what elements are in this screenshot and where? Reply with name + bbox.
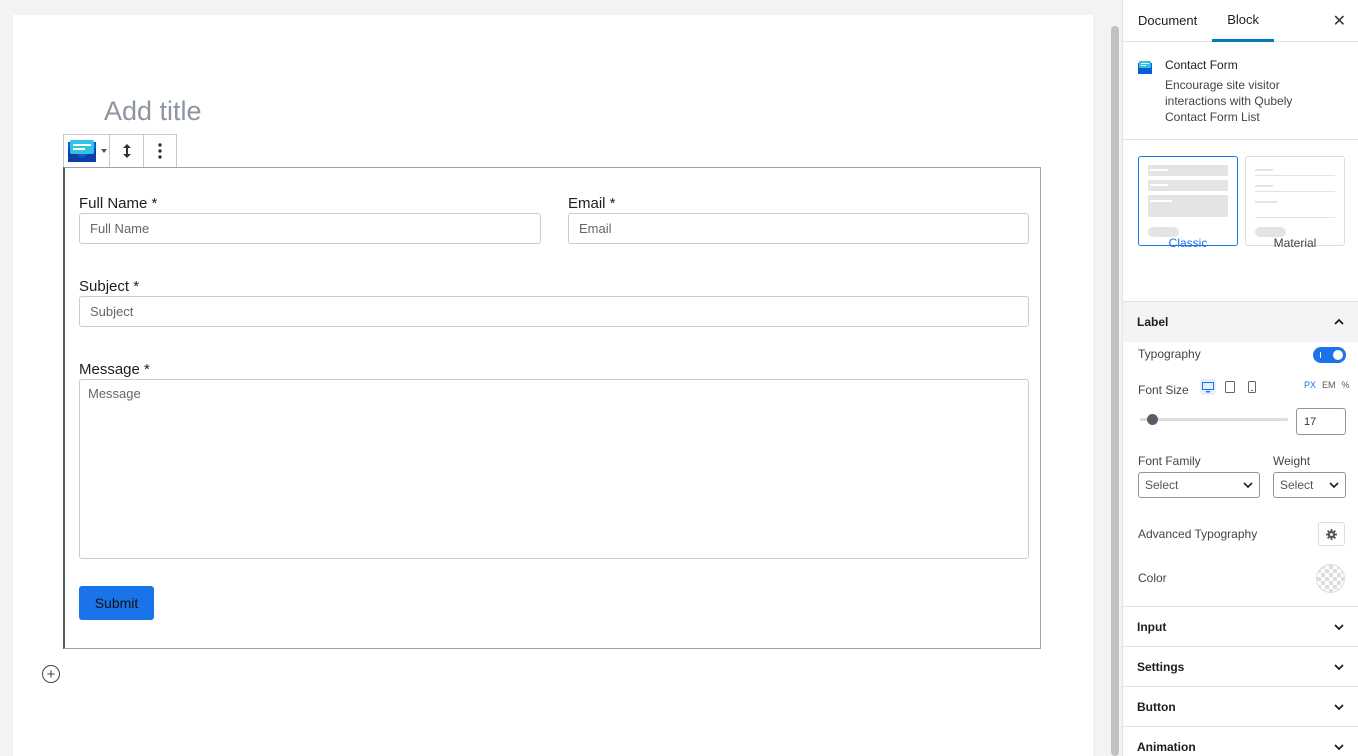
panel-animation-title: Animation [1137,739,1196,754]
move-block-button[interactable] [110,135,144,167]
chevron-down-icon [1334,743,1344,750]
font-family-select-value: Select [1145,478,1179,492]
plus-icon: + [46,665,56,683]
style-selector: Classic Material [1123,140,1358,302]
settings-sidebar: Document Block ✕ Contact Form Encourage … [1122,0,1358,756]
add-block-button[interactable]: + [42,665,60,683]
submit-button[interactable]: Submit [79,586,154,620]
mobile-icon[interactable] [1244,379,1260,395]
advanced-typography-button[interactable] [1318,522,1345,546]
unit-percent[interactable]: % [1342,380,1350,390]
full-name-label: Full Name * [79,195,158,212]
panel-button-title: Button [1137,699,1176,714]
unit-px[interactable]: PX [1304,380,1316,390]
panel-button-header[interactable]: Button [1123,687,1358,727]
chevron-down-icon [1329,482,1339,488]
subject-input[interactable]: Subject [79,296,1029,327]
color-label: Color [1138,571,1167,585]
chevron-down-icon [1334,623,1344,630]
sidebar-tabs: Document Block ✕ [1123,0,1358,42]
message-textarea[interactable]: Message [79,379,1029,559]
block-card: Contact Form Encourage site visitor inte… [1123,42,1358,140]
style-option-classic[interactable] [1138,156,1238,246]
panel-settings-header[interactable]: Settings [1123,647,1358,687]
color-picker-swatch[interactable] [1316,564,1345,593]
editor-scrollbar-thumb[interactable] [1111,26,1119,756]
weight-select[interactable]: Select [1273,472,1346,498]
more-options-button[interactable] [144,135,176,167]
tablet-icon[interactable] [1222,379,1238,395]
panel-input-header[interactable]: Input [1123,607,1358,647]
font-family-label: Font Family [1138,454,1201,468]
chevron-down-icon [1334,703,1344,710]
up-down-arrow-icon [122,144,131,158]
chevron-up-icon [1334,318,1344,325]
panel-animation-header[interactable]: Animation [1123,727,1358,756]
chevron-down-icon [101,149,107,153]
block-card-title: Contact Form [1165,58,1238,72]
tab-document[interactable]: Document [1123,0,1212,42]
contact-form-icon [1138,61,1152,74]
typography-toggle[interactable] [1313,347,1346,363]
block-card-description: Encourage site visitor interactions with… [1165,78,1293,124]
tab-block[interactable]: Block [1212,0,1275,42]
chevron-down-icon [1334,663,1344,670]
post-title-input[interactable]: Add title [104,96,202,127]
material-style-preview [1255,169,1335,237]
panel-input-title: Input [1137,619,1167,634]
font-size-slider-handle[interactable] [1147,414,1158,425]
vertical-ellipsis-icon [158,143,162,159]
style-option-material[interactable] [1245,156,1345,246]
weight-select-value: Select [1280,478,1314,492]
panel-label-title: Label [1137,315,1169,329]
chevron-down-icon [1243,482,1253,488]
weight-label: Weight [1273,454,1311,468]
block-type-switcher[interactable] [64,135,110,167]
close-icon[interactable]: ✕ [1333,11,1346,31]
email-input[interactable]: Email [568,213,1029,244]
block-toolbar [63,134,177,168]
gear-icon [1326,528,1337,540]
device-switcher [1200,379,1260,395]
desktop-icon[interactable] [1200,379,1216,395]
advanced-typography-label: Advanced Typography [1138,527,1258,541]
unit-em[interactable]: EM [1322,380,1336,390]
font-size-input[interactable]: 17 [1296,408,1346,435]
panel-settings-title: Settings [1137,659,1185,674]
panel-label-body: Typography Font Size PX EM % 17 Font Fam… [1123,342,1358,607]
message-label: Message * [79,361,150,378]
panel-label-header[interactable]: Label [1123,302,1358,342]
font-family-select[interactable]: Select [1138,472,1260,498]
full-name-input[interactable]: Full Name [79,213,541,244]
style-label-material[interactable]: Material [1245,236,1345,250]
unit-switcher: PX EM % [1304,380,1350,390]
font-size-label: Font Size [1138,383,1189,397]
font-size-slider-track[interactable] [1140,418,1288,421]
contact-form-icon [68,140,96,162]
email-label: Email * [568,195,616,212]
style-label-classic[interactable]: Classic [1138,236,1238,250]
typography-label: Typography [1138,347,1201,361]
classic-style-preview [1148,165,1228,237]
subject-label: Subject * [79,278,140,295]
contact-form-block[interactable]: Full Name * Full Name Email * Email Subj… [63,167,1041,649]
